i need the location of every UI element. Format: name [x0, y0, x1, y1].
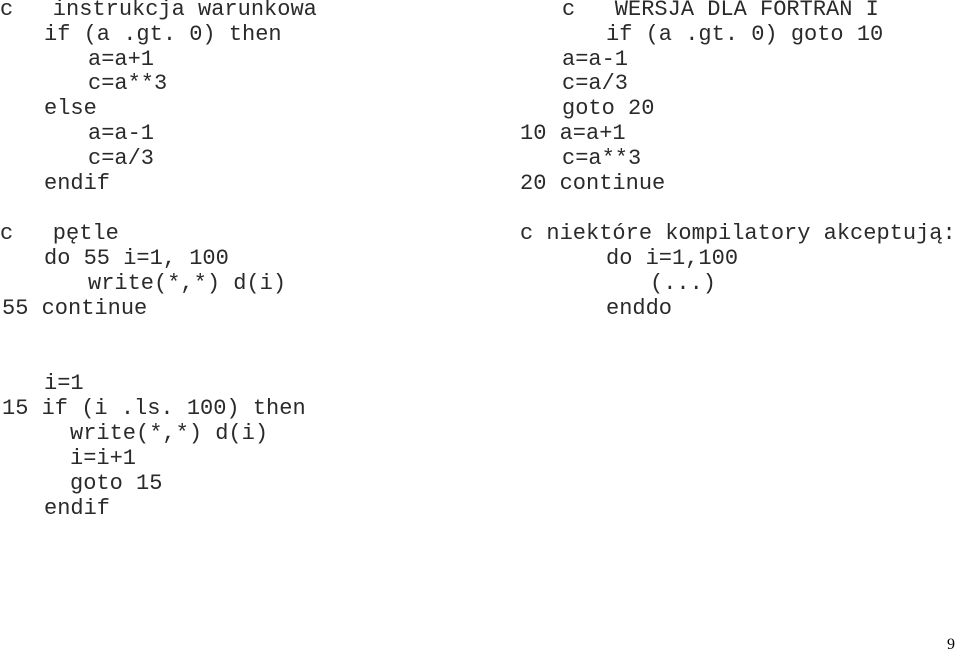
- code-line: goto 20: [562, 96, 655, 121]
- code-line: c pętle: [0, 221, 119, 246]
- code-line: c niektóre kompilatory akceptują:: [520, 221, 956, 246]
- code-line: c=a/3: [88, 146, 155, 171]
- page-number: 9: [947, 636, 955, 653]
- code-line: endif: [44, 496, 111, 521]
- code-line: (...): [650, 271, 717, 296]
- code-line: i=1: [44, 371, 84, 396]
- code-line: do i=1,100: [606, 246, 739, 271]
- code-line: write(*,*) d(i): [88, 271, 287, 296]
- code-line: 55 continue: [2, 296, 148, 321]
- code-line: c=a/3: [562, 71, 629, 96]
- code-line: 10 a=a+1: [520, 121, 626, 146]
- code-line: c=a**3: [88, 71, 168, 96]
- code-line: enddo: [606, 296, 673, 321]
- code-line: c=a**3: [562, 146, 642, 171]
- code-line: if (a .gt. 0) goto 10: [606, 22, 884, 47]
- code-line: c instrukcja warunkowa: [0, 0, 317, 22]
- code-line: a=a-1: [562, 47, 629, 72]
- code-line: i=i+1: [70, 446, 137, 471]
- code-line: a=a-1: [88, 121, 155, 146]
- code-line: else: [44, 96, 97, 121]
- code-line: endif: [44, 171, 111, 196]
- code-line: c WERSJA DLA FORTRAN I: [562, 0, 879, 22]
- code-line: 15 if (i .ls. 100) then: [2, 396, 306, 421]
- code-line: goto 15: [70, 471, 163, 496]
- code-line: write(*,*) d(i): [70, 421, 269, 446]
- code-line: if (a .gt. 0) then: [44, 22, 282, 47]
- code-line: 20 continue: [520, 171, 666, 196]
- code-line: do 55 i=1, 100: [44, 246, 229, 271]
- code-line: a=a+1: [88, 47, 155, 72]
